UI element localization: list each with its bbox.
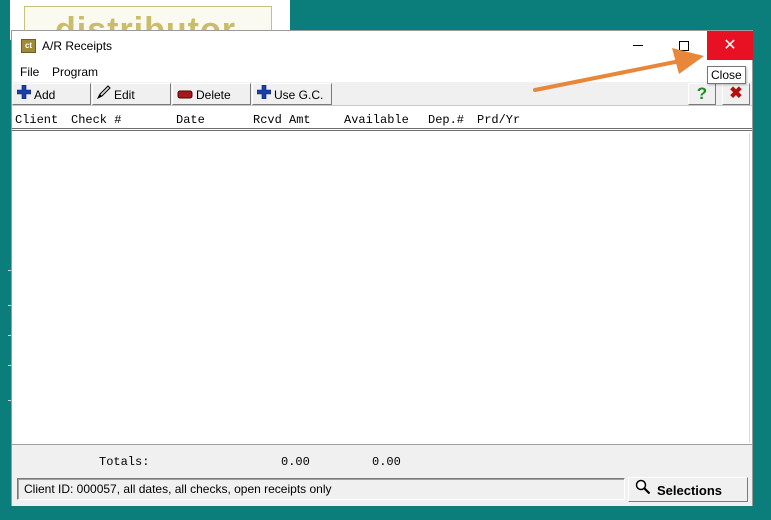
filter-status-text: Client ID: 000057, all dates, all checks…: [17, 478, 625, 500]
status-bar: Client ID: 000057, all dates, all checks…: [12, 476, 752, 506]
add-label: Add: [34, 87, 56, 102]
delete-label: Delete: [196, 87, 231, 102]
delete-button[interactable]: Delete: [172, 83, 251, 105]
toolbar: Add Edit Delete Use G.C. ? ✖: [12, 82, 752, 106]
close-tooltip: Close: [707, 66, 746, 84]
exit-button[interactable]: ✖: [722, 83, 750, 105]
ar-receipts-window: ct A/R Receipts ✕ File Program Add Edit …: [11, 30, 753, 506]
maximize-button[interactable]: [661, 31, 707, 60]
edit-label: Edit: [114, 87, 135, 102]
use-gc-label: Use G.C.: [274, 87, 324, 102]
selections-label: Selections: [657, 483, 723, 499]
menu-program[interactable]: Program: [52, 65, 98, 79]
column-available[interactable]: Available: [344, 113, 409, 127]
magnifier-icon: [635, 479, 651, 502]
menu-bar: File Program: [12, 62, 752, 82]
selections-button[interactable]: Selections: [628, 477, 748, 502]
help-button[interactable]: ?: [688, 83, 716, 105]
totals-label: Totals:: [99, 455, 150, 469]
list-header: Client Check # Date Rcvd Amt Available D…: [12, 109, 752, 131]
column-rcvd-amt[interactable]: Rcvd Amt: [253, 113, 311, 127]
pen-icon: [96, 85, 111, 105]
eraser-icon: [177, 85, 193, 105]
receipts-list[interactable]: [14, 133, 750, 443]
add-button[interactable]: Add: [12, 83, 91, 105]
column-dep[interactable]: Dep.#: [428, 113, 464, 127]
help-icon: ?: [696, 84, 708, 103]
use-gc-button[interactable]: Use G.C.: [252, 83, 332, 105]
add-plus-icon: [16, 84, 32, 105]
column-client[interactable]: Client: [15, 113, 58, 127]
totals-row: Totals: 0.00 0.00: [12, 444, 752, 476]
close-button[interactable]: ✕: [707, 31, 753, 60]
column-date[interactable]: Date: [176, 113, 205, 127]
title-bar[interactable]: ct A/R Receipts ✕: [12, 31, 753, 61]
close-icon: ✕: [723, 37, 737, 54]
maximize-icon: [679, 40, 689, 51]
exit-x-icon: ✖: [729, 85, 743, 102]
app-icon: ct: [21, 39, 36, 53]
desktop-left-strip: [0, 0, 11, 520]
column-check[interactable]: Check #: [71, 113, 121, 127]
minimize-button[interactable]: [615, 31, 661, 60]
edit-button[interactable]: Edit: [92, 83, 171, 105]
window-title: A/R Receipts: [42, 39, 113, 53]
minimize-icon: [633, 45, 643, 47]
menu-file[interactable]: File: [20, 65, 39, 79]
totals-rcvd-amt: 0.00: [281, 455, 310, 469]
totals-available: 0.00: [372, 455, 401, 469]
column-prd-yr[interactable]: Prd/Yr: [477, 113, 520, 127]
add-plus-icon: [256, 84, 272, 105]
